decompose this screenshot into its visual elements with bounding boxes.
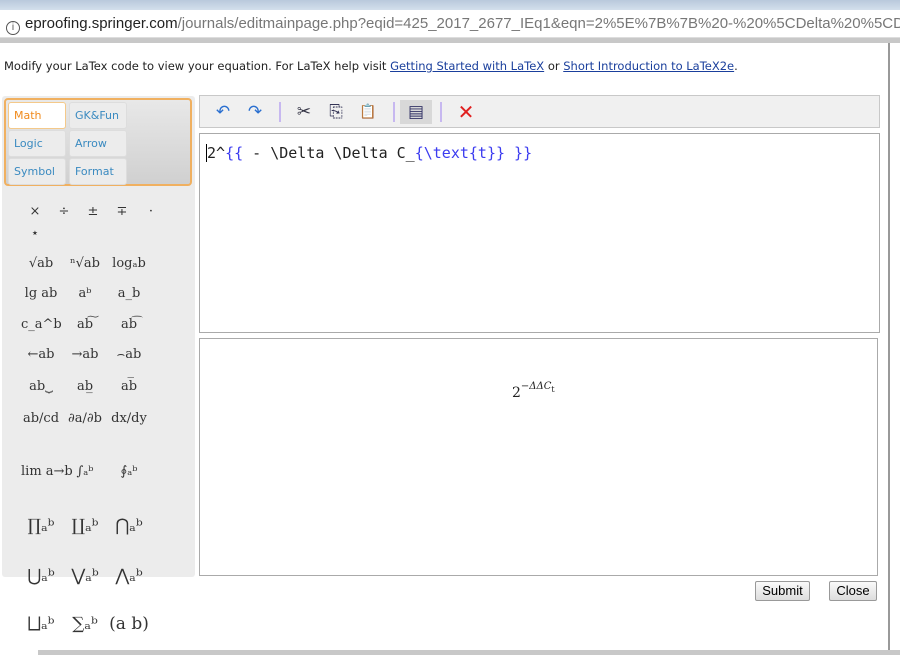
format-icon[interactable]: ▤ (400, 100, 432, 124)
code-part: {{ (225, 144, 244, 162)
redo-icon[interactable]: ↷ (242, 100, 268, 124)
symbol-button[interactable]: ∂a/∂b (65, 411, 105, 426)
symbol-button[interactable]: ab/cd (21, 411, 61, 426)
symbol-button[interactable]: ⁿ√ab (65, 256, 105, 271)
tab-gkfun[interactable]: GK&Fun (69, 102, 127, 129)
instructions-end: . (734, 59, 738, 73)
symbol-button[interactable]: ∐ₐᵇ (65, 516, 105, 536)
window-title-bar (0, 0, 900, 10)
operator-button[interactable]: · (131, 204, 171, 219)
paste-icon[interactable]: 📋 (355, 100, 381, 124)
editor-toolbar: ↶ ↷ ✂ ⎘ 📋 ▤ ✕ (199, 95, 880, 128)
symbol-button[interactable]: ⋃ₐᵇ (21, 566, 61, 586)
copy-icon[interactable]: ⎘ (323, 100, 349, 124)
rendered-equation: 2−ΔΔCt (512, 381, 555, 401)
tab-arrow[interactable]: Arrow (69, 130, 127, 157)
code-part: 2^ (207, 144, 226, 162)
symbol-button[interactable]: lim a→b (21, 464, 73, 479)
address-bar[interactable]: i eproofing.springer.com/journals/editmai… (0, 10, 900, 38)
symbol-button[interactable]: ⋀ₐᵇ (109, 566, 149, 586)
horizontal-scrollbar[interactable] (38, 650, 900, 655)
symbol-button[interactable]: ab̅ (109, 379, 149, 394)
undo-icon[interactable]: ↶ (210, 100, 236, 124)
code-part: - \Delta \Delta C_ (243, 144, 415, 162)
getting-started-link[interactable]: Getting Started with LaTeX (390, 59, 544, 73)
symbol-button[interactable]: ab͡ (109, 317, 149, 332)
url-host: eproofing.springer.com (25, 15, 178, 32)
tab-logic[interactable]: Logic (8, 130, 66, 157)
symbol-button[interactable]: lg ab (21, 286, 61, 301)
equation-preview: 2−ΔΔCt (199, 338, 878, 576)
toolbar-separator (440, 102, 442, 122)
symbol-button[interactable]: dx/dy (109, 411, 149, 426)
toolbar-separator (279, 102, 281, 122)
symbol-button[interactable]: ∮ₐᵇ (109, 464, 149, 479)
toolbar-separator (393, 102, 395, 122)
symbol-button[interactable]: logₐb (109, 256, 149, 271)
info-icon[interactable]: i (6, 21, 20, 35)
clear-icon[interactable]: ✕ (453, 100, 479, 124)
symbol-button[interactable]: ⨆ₐᵇ (21, 614, 61, 634)
cut-icon[interactable]: ✂ (291, 100, 317, 124)
symbol-button[interactable]: ∑ₐᵇ (65, 614, 105, 634)
tab-format[interactable]: Format (69, 158, 127, 185)
symbol-button[interactable]: →ab (65, 347, 105, 362)
symbol-button[interactable]: ∫ₐᵇ (65, 464, 105, 479)
instructions-or: or (544, 59, 564, 73)
symbol-button[interactable]: ⌢ab (109, 347, 149, 362)
symbol-button[interactable]: ⋁ₐᵇ (65, 566, 105, 586)
short-intro-link[interactable]: Short Introduction to LaTeX2e (563, 59, 734, 73)
symbol-button[interactable]: ab͠ (65, 317, 105, 332)
symbol-tabs: Math GK&Fun Logic Arrow Symbol Format (4, 98, 192, 186)
symbol-button[interactable]: (a b) (109, 614, 149, 634)
symbol-button[interactable]: √ab (21, 256, 61, 271)
divider (0, 38, 900, 43)
symbol-button[interactable]: ←ab (21, 347, 61, 362)
symbol-button[interactable]: c_a^b (21, 317, 62, 332)
eq-base: 2 (512, 385, 521, 401)
eq-exponent: −ΔΔC (520, 381, 552, 392)
submit-button[interactable]: Submit (755, 581, 810, 601)
close-button[interactable]: Close (829, 581, 877, 601)
url-path: /journals/editmainpage.php?eqid=425_2017… (177, 15, 900, 32)
symbol-button[interactable]: ab⏟ (21, 379, 61, 394)
symbol-button[interactable]: aᵇ (65, 286, 105, 301)
tab-symbol[interactable]: Symbol (8, 158, 66, 185)
operator-button[interactable]: ⋆ (15, 226, 55, 241)
tab-math[interactable]: Math (8, 102, 66, 129)
symbol-button[interactable]: ∏ₐᵇ (21, 516, 61, 536)
instructions-text: Modify your LaTex code to view your equa… (4, 59, 391, 73)
code-part: {\text{t}} }} (414, 144, 533, 162)
symbol-button[interactable]: a_b (109, 286, 149, 301)
symbol-button[interactable]: ab̲ (65, 379, 105, 394)
latex-editor[interactable]: 2^{{ - \Delta \Delta C_{\text{t}} }} (199, 133, 880, 333)
instructions: Modify your LaTex code to view your equa… (4, 59, 738, 73)
eq-subscript: t (551, 385, 555, 394)
symbol-button[interactable]: ⋂ₐᵇ (109, 516, 149, 536)
window-edge (888, 43, 890, 650)
